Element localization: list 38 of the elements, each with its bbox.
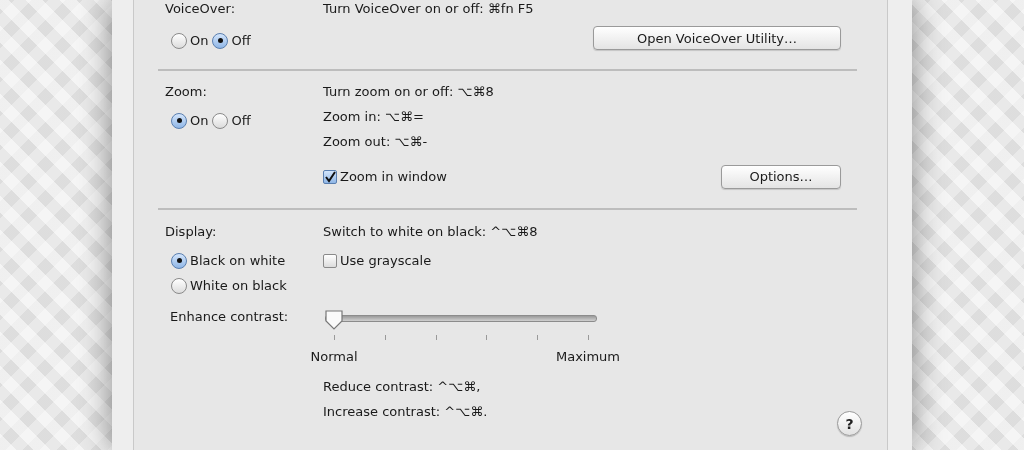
options-button[interactable]: Options…	[721, 164, 841, 189]
checkbox-option[interactable]: Zoom in window	[323, 164, 447, 189]
shortcut-text: Turn zoom on or off: ⌥⌘8	[323, 83, 495, 101]
checkbox[interactable]	[323, 253, 337, 268]
tick-mark	[384, 335, 386, 340]
shortcut-text: Reduce contrast: ^⌥⌘,	[323, 378, 482, 396]
checkbox[interactable]	[323, 169, 337, 184]
checkbox-option[interactable]: Use grayscale	[323, 248, 432, 273]
radio-option[interactable]: White on black	[171, 273, 323, 298]
radio-circle[interactable]	[212, 32, 229, 49]
radio-option[interactable]: Off	[212, 28, 251, 53]
section-label: Zoom:	[165, 83, 208, 101]
open-voiceover-utility-button[interactable]: Open VoiceOver Utility…	[593, 26, 841, 50]
radio-circle[interactable]	[171, 32, 187, 49]
slider-max-label: Maximum	[555, 348, 621, 366]
radio-option[interactable]: On	[171, 28, 209, 53]
radio-circle[interactable]	[212, 112, 229, 129]
radio-option[interactable]: Off	[212, 108, 251, 133]
tick-mark	[334, 335, 335, 340]
section-label: VoiceOver:	[165, 0, 236, 18]
section-label: Display:	[165, 223, 218, 241]
slider-min-label: Normal	[310, 348, 358, 366]
help-button[interactable]: ?	[837, 411, 862, 436]
shortcut-text: Switch to white on black: ^⌥⌘8	[323, 223, 539, 241]
shortcut-text: Zoom in: ⌥⌘=	[323, 108, 425, 126]
shortcut-text: Increase contrast: ^⌥⌘.	[323, 403, 489, 421]
slider-thumb[interactable]	[324, 309, 344, 331]
radio-circle[interactable]	[171, 277, 187, 294]
radio-option[interactable]: Black on white	[171, 248, 323, 273]
shortcut-text: Turn VoiceOver on or off: ⌘fn F5	[323, 0, 535, 18]
tick-mark	[588, 335, 589, 340]
radio-circle[interactable]	[171, 112, 187, 129]
radio-option[interactable]: On	[171, 108, 209, 133]
tick-mark	[537, 335, 539, 340]
radio-circle[interactable]	[171, 252, 187, 269]
shortcut-text: Zoom out: ⌥⌘-	[323, 133, 429, 151]
tick-mark	[486, 335, 488, 340]
tick-mark	[435, 335, 437, 340]
